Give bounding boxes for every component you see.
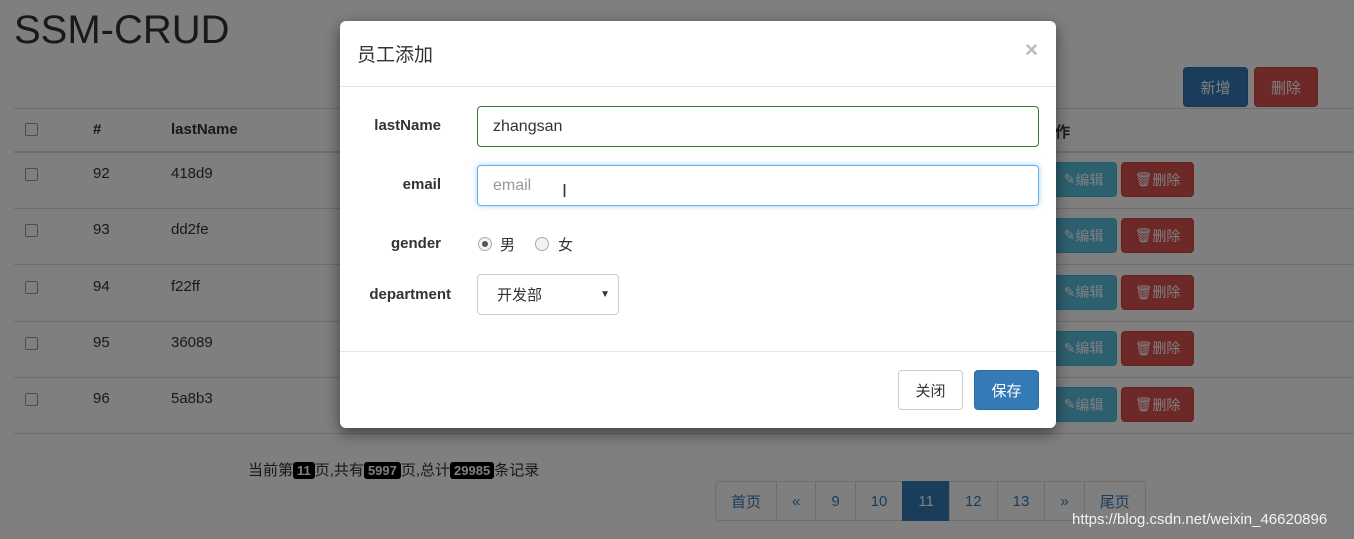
watermark: https://blog.csdn.net/weixin_46620896 <box>1072 511 1328 528</box>
gender-male-label: 男 <box>500 237 516 254</box>
close-icon[interactable]: × <box>1025 37 1038 63</box>
add-employee-modal: 员工添加 × lastName zhangsan email email I g… <box>340 21 1056 428</box>
department-select[interactable]: 开发部 ▼ <box>477 274 619 315</box>
lastname-label: lastName <box>374 117 441 134</box>
save-button[interactable]: 保存 <box>974 370 1039 410</box>
gender-female-label: 女 <box>558 237 574 254</box>
dropdown-arrow-icon: ▼ <box>600 289 610 300</box>
gender-label: gender <box>390 235 441 252</box>
modal-title: 员工添加 <box>340 21 1056 87</box>
email-label: email <box>402 176 441 193</box>
department-label: department <box>369 286 451 303</box>
gender-male-radio[interactable] <box>478 237 492 251</box>
gender-female-radio[interactable] <box>535 237 549 251</box>
text-cursor-icon: I <box>562 181 568 201</box>
lastname-input[interactable]: zhangsan <box>477 106 1039 147</box>
cancel-button[interactable]: 关闭 <box>898 370 963 410</box>
